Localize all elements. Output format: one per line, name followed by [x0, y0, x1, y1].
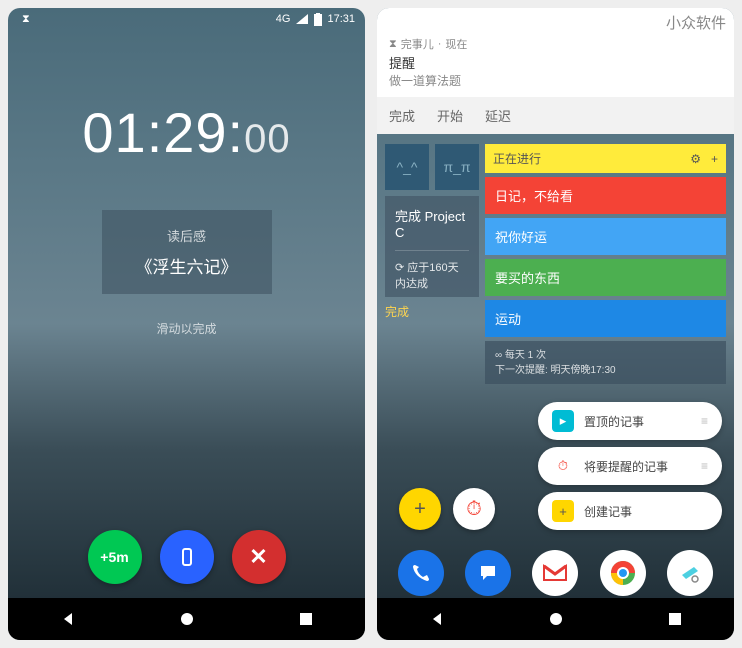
quick-actions: ▸ 置顶的记事 ≡ ⏱ 将要提醒的记事 ≡ + 创建记事 [538, 402, 722, 530]
clock-label: 17:31 [327, 13, 355, 25]
nav-home[interactable] [548, 611, 564, 627]
nav-back[interactable] [60, 611, 76, 627]
close-icon: ✕ [249, 544, 267, 570]
nav-recent[interactable] [668, 612, 682, 626]
mood-happy[interactable]: ^_^ [385, 144, 429, 190]
mood-sad[interactable]: π_π [435, 144, 479, 190]
swipe-hint: 滑动以完成 [8, 320, 365, 337]
nav-recent[interactable] [299, 612, 313, 626]
pill-create-note[interactable]: + 创建记事 [538, 492, 722, 530]
notif-title: 提醒 [389, 53, 722, 72]
network-label: 4G [276, 13, 291, 25]
task-card[interactable]: 读后感 《浮生六记》 [102, 210, 272, 294]
next-label: 下一次提醒: 明天傍晚17:30 [495, 361, 716, 376]
timer-seconds: 00 [244, 117, 291, 161]
nav-back[interactable] [429, 611, 445, 627]
widget-area: ^_^ π_π 完成 Project C ⟳ 应于160天内达成 完成 正在进行… [377, 134, 734, 394]
notif-action-start[interactable]: 开始 [437, 106, 463, 125]
add-icon[interactable]: + [711, 152, 718, 166]
phone-screen-widgets: 小众软件 ⧗ 完事儿 · 现在 提醒 做一道算法题 完成 开始 延迟 ^_^ π… [377, 8, 734, 640]
notif-action-delay[interactable]: 延迟 [485, 106, 511, 125]
notif-actions: 完成 开始 延迟 [377, 97, 734, 134]
fab-add-button[interactable]: + [399, 488, 441, 530]
freq-label: ∞ 每天 1 次 [495, 346, 716, 361]
drag-icon: ≡ [701, 414, 708, 428]
add-5m-button[interactable]: +5m [88, 530, 142, 584]
action-row: +5m ✕ [8, 530, 365, 584]
pause-button[interactable] [160, 530, 214, 584]
nav-bar [8, 598, 365, 640]
timer-hours: 01 [82, 101, 146, 164]
left-column: ^_^ π_π 完成 Project C ⟳ 应于160天内达成 完成 [385, 144, 479, 384]
app-launcher-icon[interactable] [667, 550, 713, 596]
timer-display: 01:29:00 [8, 100, 365, 165]
watermark: 小众软件 [666, 12, 726, 33]
phone-app-icon[interactable] [398, 550, 444, 596]
notif-body: 做一道算法题 [389, 72, 722, 89]
list-header-text: 正在进行 [493, 150, 541, 167]
nav-home[interactable] [179, 611, 195, 627]
list-footer: ∞ 每天 1 次 下一次提醒: 明天傍晚17:30 [485, 341, 726, 384]
list-item[interactable]: 运动 [485, 300, 726, 337]
pill-reminder-notes[interactable]: ⏱ 将要提醒的记事 ≡ [538, 447, 722, 485]
pill-pinned-notes[interactable]: ▸ 置顶的记事 ≡ [538, 402, 722, 440]
phone-screen-timer: ⧗ 4G 17:31 01:29:00 读后感 《浮生六记》 滑动以完成 +5m… [8, 8, 365, 640]
gear-icon[interactable]: ⚙ [690, 152, 701, 166]
notif-action-done[interactable]: 完成 [389, 106, 415, 125]
list-item[interactable]: 日记，不给看 [485, 177, 726, 214]
notif-app-name: 完事儿 [401, 36, 434, 52]
project-done-label[interactable]: 完成 [385, 303, 479, 320]
dock [377, 550, 734, 596]
pill-label: 置顶的记事 [584, 413, 644, 430]
cancel-button[interactable]: ✕ [232, 530, 286, 584]
hourglass-icon: ⧗ [22, 13, 30, 26]
chrome-app-icon[interactable] [600, 550, 646, 596]
note-icon: ▸ [552, 410, 574, 432]
project-goal: ⟳ 应于160天内达成 [395, 250, 469, 291]
list-item[interactable]: 祝你好运 [485, 218, 726, 255]
timer-icon: ⏱ [552, 455, 574, 477]
battery-icon [314, 13, 322, 26]
plus-icon: + [552, 500, 574, 522]
notif-app-row: ⧗ 完事儿 · 现在 [389, 36, 722, 52]
status-bar: ⧗ 4G 17:31 [8, 8, 365, 30]
project-card[interactable]: 完成 Project C ⟳ 应于160天内达成 [385, 196, 479, 297]
task-list: 正在进行 ⚙ + 日记，不给看 祝你好运 要买的东西 运动 ∞ 每天 1 次 下… [485, 144, 726, 384]
gmail-app-icon[interactable] [532, 550, 578, 596]
fab-strip: + ⏱ [399, 488, 495, 530]
list-item[interactable]: 要买的东西 [485, 259, 726, 296]
pill-label: 将要提醒的记事 [584, 458, 668, 475]
notification[interactable]: ⧗ 完事儿 · 现在 提醒 做一道算法题 [377, 30, 734, 97]
pill-label: 创建记事 [584, 503, 632, 520]
list-header: 正在进行 ⚙ + [485, 144, 726, 173]
project-title: 完成 Project C [395, 206, 469, 240]
nav-bar [377, 598, 734, 640]
drag-icon: ≡ [701, 459, 708, 473]
messages-app-icon[interactable] [465, 550, 511, 596]
task-name: 《浮生六记》 [118, 253, 256, 278]
notif-when: 现在 [445, 36, 467, 52]
hourglass-icon: ⧗ [389, 38, 397, 51]
timer-minutes: 29 [163, 101, 227, 164]
fab-timer-button[interactable]: ⏱ [453, 488, 495, 530]
signal-icon [295, 13, 309, 25]
task-label: 读后感 [118, 226, 256, 245]
pause-icon [180, 547, 194, 567]
